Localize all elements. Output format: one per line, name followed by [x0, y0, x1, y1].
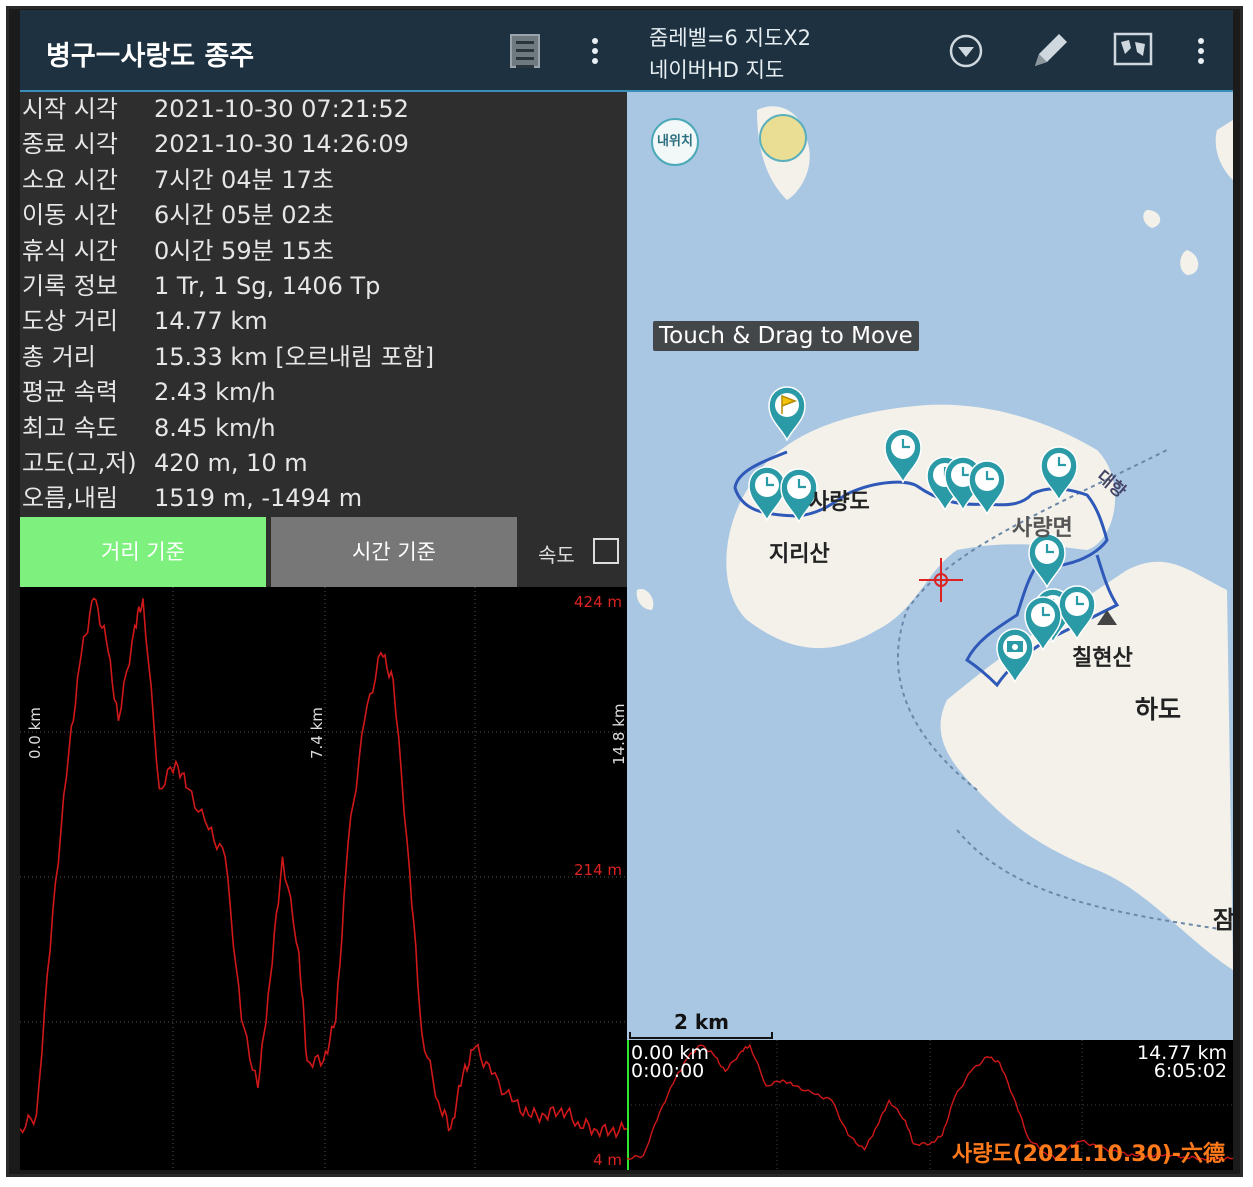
left-app-bar: 병구ㅡ사랑도 종주 [20, 10, 627, 92]
map-more-options-icon[interactable] [1198, 38, 1204, 68]
stat-value: 1519 m, -1494 m [154, 484, 363, 513]
map-type-text: 네이버HD 지도 [649, 58, 785, 82]
stat-value: 14.77 km [154, 307, 268, 336]
x-label-mid: 7.4 km [308, 707, 326, 759]
stat-key: 시작 시각 [22, 95, 118, 123]
stat-row: 평균 속력 2.43 km/h [20, 375, 627, 410]
stat-key: 소요 시간 [22, 165, 118, 194]
scale-bar [629, 1032, 773, 1039]
stat-value: 420 m, 10 m [154, 448, 308, 477]
drag-tooltip: Touch & Drag to Move [653, 321, 919, 351]
document-icon[interactable] [510, 34, 540, 68]
speed-checkbox[interactable] [593, 538, 619, 564]
tab-time[interactable]: 시간 기준 [271, 517, 517, 587]
world-map-icon[interactable] [1113, 32, 1153, 68]
map-canvas [636, 106, 1233, 970]
islet-4 [636, 589, 654, 610]
stat-key: 평균 속력 [22, 378, 118, 407]
speed-label: 속도 [538, 543, 575, 567]
mini-start-time: 0:00:00 [631, 1060, 705, 1082]
stat-row: 시작 시각 2021-10-30 07:21:52 [20, 92, 627, 127]
stat-row: 오름,내림 1519 m, -1494 m [20, 481, 627, 516]
stat-row: 도상 거리 14.77 km [20, 304, 627, 339]
map-app-bar: 줌레벨=6 지도X2 네이버HD 지도 [627, 10, 1233, 92]
more-options-icon[interactable] [592, 38, 598, 68]
stat-value: 6시간 05분 02초 [154, 201, 334, 230]
stat-value: 0시간 59분 15초 [154, 236, 334, 265]
map-label-hado: 하도 [1135, 695, 1182, 724]
elevation-chart[interactable]: 424 m 214 m 4 m 0.0 km 7.4 km 14.8 km [19, 587, 628, 1170]
mini-end-time: 6:05:02 [1153, 1060, 1227, 1082]
stat-key: 이동 시간 [22, 201, 118, 230]
start-flag-pin-icon[interactable] [768, 386, 806, 442]
y-label-bottom: 4 m [593, 1151, 622, 1169]
stat-key: 오름,내림 [22, 484, 118, 513]
map-panel[interactable]: 줌레벨=6 지도X2 네이버HD 지도 내위치 Touch & Drag to … [627, 10, 1233, 1170]
stat-key: 고도(고,저) [22, 448, 137, 477]
stat-value: 1 Tr, 1 Sg, 1406 Tp [154, 271, 381, 300]
sun-position-icon[interactable] [759, 114, 807, 162]
stat-value: 2.43 km/h [154, 378, 276, 407]
stat-row: 총 거리 15.33 km [오르내림 포함] [20, 340, 627, 375]
stat-value: 8.45 km/h [154, 413, 276, 442]
map-label-chilhyeonsan: 칠현산 [1072, 646, 1133, 671]
stat-row: 소요 시간 7시간 04분 17초 [20, 163, 627, 198]
map-label-saryangdo: 사량도 [809, 490, 870, 515]
elevation-line [19, 597, 628, 1140]
stat-value: 15.33 km [오르내림 포함] [154, 342, 435, 371]
stat-value: 2021-10-30 14:26:09 [154, 130, 409, 159]
stat-key: 기록 정보 [22, 271, 118, 300]
dropdown-circle-icon[interactable] [949, 34, 983, 68]
my-location-button[interactable]: 내위치 [651, 118, 699, 166]
stat-row: 종료 시각 2021-10-30 14:26:09 [20, 127, 627, 162]
stat-key: 최고 속도 [22, 413, 118, 442]
stat-value: 7시간 04분 17초 [154, 165, 334, 194]
stat-row: 최고 속도 8.45 km/h [20, 411, 627, 446]
watermark-text: 사량도(2021.10.30)-六德 [951, 1142, 1225, 1167]
y-label-top: 424 m [574, 593, 622, 611]
map-label-jirisan: 지리산 [769, 542, 830, 567]
x-label-start: 0.0 km [26, 707, 44, 759]
zoom-level-text: 줌레벨=6 지도X2 [649, 26, 811, 50]
stat-key: 도상 거리 [22, 307, 118, 336]
map-label-jam: 잠 [1213, 906, 1233, 934]
stat-row: 휴식 시간 0시간 59분 15초 [20, 234, 627, 269]
map-label-saryangmyeon: 사량면 [1012, 516, 1073, 541]
islet-2 [1143, 210, 1161, 228]
track-info-panel: 병구ㅡ사랑도 종주 시작 시각 2021-10-30 07:21:52 종료 시각 2… [19, 10, 628, 1170]
islet-1 [1180, 250, 1199, 275]
stat-key: 휴식 시간 [22, 236, 118, 265]
stat-key: 종료 시각 [22, 130, 118, 159]
pencil-icon[interactable] [1029, 30, 1071, 72]
elevation-chart-svg: 424 m 214 m 4 m 0.0 km 7.4 km 14.8 km [19, 587, 628, 1170]
tab-distance[interactable]: 거리 기준 [20, 517, 266, 587]
mini-elevation-chart[interactable]: 0.00 km 0:00:00 14.77 km 6:05:02 사량도(202… [627, 1040, 1233, 1170]
chart-mode-tabs: 거리 기준 시간 기준 속도 [20, 517, 627, 587]
y-label-mid: 214 m [574, 861, 622, 879]
track-title: 병구ㅡ사랑도 종주 [46, 41, 255, 72]
stat-value: 2021-10-30 07:21:52 [154, 95, 409, 123]
x-label-end: 14.8 km [610, 704, 627, 765]
stat-row: 이동 시간 6시간 05분 02초 [20, 198, 627, 233]
stat-row: 기록 정보 1 Tr, 1 Sg, 1406 Tp [20, 269, 627, 304]
scale-label: 2 km [674, 1010, 730, 1034]
stats-list: 시작 시각 2021-10-30 07:21:52 종료 시각 2021-10-30 … [20, 92, 627, 517]
islet-3 [1215, 120, 1233, 180]
stat-key: 총 거리 [22, 342, 96, 371]
stat-row: 고도(고,저) 420 m, 10 m [20, 446, 627, 481]
